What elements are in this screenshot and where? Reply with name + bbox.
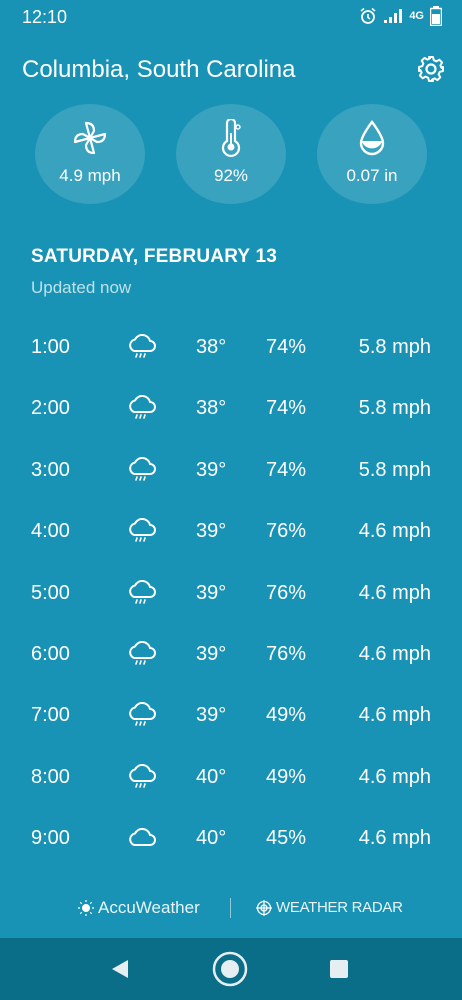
hour-wind: 4.6 mph bbox=[358, 704, 431, 727]
hour-humidity: 76% bbox=[266, 581, 307, 604]
current-conditions: 4.9 mph 92% 0.07 in bbox=[0, 104, 462, 204]
precipitation-value: 0.07 in bbox=[346, 166, 398, 185]
hour-humidity: 45% bbox=[266, 827, 307, 850]
rain-cloud-icon bbox=[126, 763, 156, 790]
hour-humidity: 49% bbox=[266, 765, 307, 788]
footer: AccuWeather WEATHER RADAR bbox=[0, 892, 462, 924]
hourly-row: 7:00 39° 49% 4.6 mph bbox=[0, 684, 462, 745]
thermometer-icon bbox=[221, 119, 241, 157]
hour-humidity: 49% bbox=[266, 704, 307, 727]
status-time: 12:10 bbox=[22, 7, 68, 27]
hourly-row: 3:00 39° 74% 5.8 mph bbox=[0, 439, 462, 500]
hour-humidity: 74% bbox=[266, 397, 307, 420]
hour-time: 8:00 bbox=[31, 765, 70, 788]
hour-wind: 4.6 mph bbox=[358, 520, 431, 543]
accuweather-link[interactable]: AccuWeather bbox=[78, 898, 200, 918]
date-title: SATURDAY, FEBRUARY 13 bbox=[31, 246, 277, 267]
rain-cloud-icon bbox=[126, 579, 156, 606]
gear-icon[interactable] bbox=[416, 54, 446, 84]
rain-cloud-icon bbox=[126, 456, 156, 483]
back-icon[interactable] bbox=[110, 958, 130, 980]
humidity-circle: 92% bbox=[176, 104, 286, 204]
wind-value: 4.9 mph bbox=[59, 166, 121, 185]
hourly-row: 8:00 40° 49% 4.6 mph bbox=[0, 746, 462, 807]
hour-wind: 5.8 mph bbox=[358, 458, 431, 481]
home-icon[interactable] bbox=[212, 951, 248, 987]
status-icons: 4G bbox=[359, 6, 442, 26]
hourly-row: 1:00 38° 74% 5.8 mph bbox=[0, 316, 462, 377]
hour-temperature: 39° bbox=[196, 642, 227, 665]
rain-cloud-icon bbox=[126, 640, 156, 667]
hour-temperature: 39° bbox=[196, 581, 227, 604]
updated-label: Updated now bbox=[31, 278, 132, 297]
hour-temperature: 40° bbox=[196, 765, 227, 788]
water-drop-icon bbox=[359, 120, 385, 156]
date-block: SATURDAY, FEBRUARY 13 Updated now bbox=[31, 246, 277, 298]
header: Columbia, South Carolina bbox=[0, 52, 462, 92]
hour-wind: 5.8 mph bbox=[358, 336, 431, 358]
wind-circle: 4.9 mph bbox=[35, 104, 145, 204]
accuweather-label: AccuWeather bbox=[98, 898, 200, 917]
footer-divider bbox=[230, 898, 231, 918]
hourly-row: 5:00 39° 76% 4.6 mph bbox=[0, 562, 462, 623]
weather-radar-label: WEATHER RADAR bbox=[276, 899, 403, 916]
hour-time: 5:00 bbox=[31, 581, 70, 604]
weather-radar-link[interactable]: WEATHER RADAR bbox=[256, 899, 403, 916]
hour-time: 9:00 bbox=[31, 827, 70, 850]
hourly-row: 9:00 40° 45% 4.6 mph bbox=[0, 807, 462, 868]
fan-icon bbox=[73, 121, 107, 155]
navigation-bar bbox=[0, 938, 462, 1000]
hour-humidity: 76% bbox=[266, 520, 307, 543]
hour-temperature: 39° bbox=[196, 704, 227, 727]
alarm-icon bbox=[360, 7, 376, 24]
precipitation-circle: 0.07 in bbox=[317, 104, 427, 204]
sun-icon bbox=[78, 900, 94, 916]
hour-temperature: 38° bbox=[196, 397, 227, 420]
hour-humidity: 76% bbox=[266, 642, 307, 665]
hour-time: 6:00 bbox=[31, 642, 70, 665]
hour-wind: 4.6 mph bbox=[358, 827, 431, 850]
hour-wind: 4.6 mph bbox=[358, 765, 431, 788]
hour-humidity: 74% bbox=[266, 336, 307, 358]
hour-time: 7:00 bbox=[31, 704, 70, 727]
hourly-row: 4:00 39° 76% 4.6 mph bbox=[0, 500, 462, 561]
hour-humidity: 74% bbox=[266, 458, 307, 481]
rain-cloud-icon bbox=[126, 518, 156, 544]
hour-time: 3:00 bbox=[31, 458, 70, 481]
hour-temperature: 39° bbox=[196, 458, 227, 481]
radar-icon bbox=[256, 899, 272, 916]
humidity-value: 92% bbox=[213, 166, 249, 185]
rain-cloud-icon bbox=[126, 395, 156, 421]
signal-icon bbox=[384, 9, 403, 23]
rain-cloud-icon bbox=[126, 333, 156, 360]
network-type: 4G bbox=[409, 10, 424, 22]
location-title: Columbia, South Carolina bbox=[22, 56, 296, 83]
hourly-row: 2:00 38° 74% 5.8 mph bbox=[0, 377, 462, 438]
recent-apps-icon[interactable] bbox=[330, 960, 348, 978]
hour-time: 1:00 bbox=[31, 336, 70, 358]
hourly-row: 6:00 39° 76% 4.6 mph bbox=[0, 623, 462, 684]
hour-time: 4:00 bbox=[31, 520, 70, 543]
rain-cloud-icon bbox=[126, 702, 156, 728]
hour-wind: 4.6 mph bbox=[358, 581, 431, 604]
cloud-icon bbox=[126, 825, 156, 851]
hour-time: 2:00 bbox=[31, 397, 70, 420]
hour-temperature: 39° bbox=[196, 520, 227, 543]
hourly-list: 1:00 38° 74% 5.8 mph 2:00 38° 74% 5.8 mph 3:00 39… bbox=[0, 316, 462, 869]
hour-temperature: 40° bbox=[196, 827, 227, 850]
hour-wind: 4.6 mph bbox=[358, 642, 431, 665]
hour-temperature: 38° bbox=[196, 336, 227, 358]
status-bar: 12:10 4G bbox=[0, 0, 462, 36]
hour-wind: 5.8 mph bbox=[358, 397, 431, 420]
battery-icon bbox=[430, 6, 442, 26]
